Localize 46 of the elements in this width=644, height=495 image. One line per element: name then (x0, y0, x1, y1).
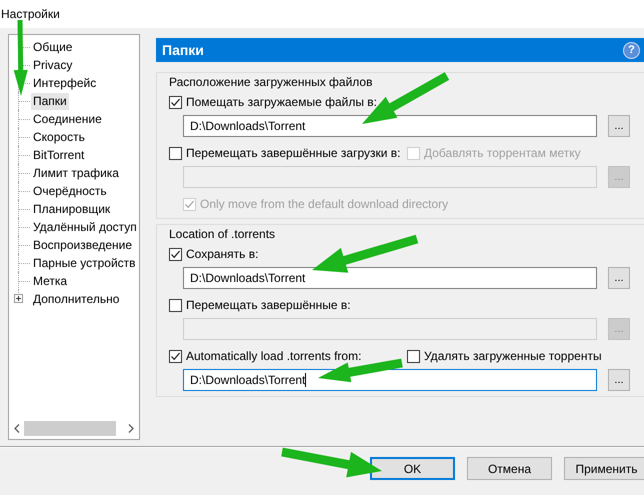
checkbox-label: Перемещать завершённые в: (186, 298, 351, 312)
sidebar-item[interactable]: Метка (31, 272, 70, 290)
checkbox-label: Удалять загруженные торренты (424, 349, 602, 363)
checkbox-label: Automatically load .torrents from: (186, 349, 362, 363)
path-field[interactable]: D:\Downloads\Torrent (183, 369, 597, 391)
sidebar-item[interactable]: Общие (31, 38, 74, 56)
checkbox[interactable] (169, 350, 182, 362)
browse-button[interactable]: ... (608, 115, 630, 137)
checkbox[interactable] (169, 298, 182, 312)
scroll-right-icon[interactable] (128, 424, 134, 433)
dialog-button[interactable]: Отмена (467, 457, 552, 480)
group-label: Location of .torrents (169, 226, 276, 243)
sidebar-item[interactable]: Дополнительно (31, 290, 122, 308)
panel-title: Папки (162, 42, 204, 58)
checkbox-label: Помещать загружаемые файлы в: (186, 95, 377, 109)
dialog-button[interactable]: Применить (564, 457, 644, 480)
sidebar-item[interactable]: Удалённый доступ (31, 218, 139, 236)
scrollbar-thumb[interactable] (24, 421, 116, 436)
sidebar-item[interactable]: Privacy (31, 56, 74, 74)
path-field[interactable]: D:\Downloads\Torrent (183, 115, 597, 137)
sidebar-item[interactable]: Очерёдность (31, 182, 109, 200)
checkbox[interactable] (169, 96, 182, 108)
checkbox-label: Перемещать завершённые загрузки в: (186, 146, 400, 160)
sidebar-item[interactable]: Парные устройств (31, 254, 138, 272)
window-title: Настройки (0, 7, 60, 21)
scroll-left-icon[interactable] (14, 424, 20, 433)
checkbox[interactable] (169, 146, 182, 160)
checkbox[interactable] (169, 248, 182, 260)
sidebar-item[interactable]: Папки (31, 92, 69, 110)
browse-button[interactable]: ... (608, 369, 630, 391)
sidebar-item[interactable]: Интерфейс (31, 74, 98, 92)
sidebar-item[interactable]: Соединение (31, 110, 104, 128)
group-label: Расположение загруженных файлов (169, 74, 374, 91)
sidebar-item[interactable]: BitTorrent (31, 146, 86, 164)
sidebar-item[interactable]: Планировщик (31, 200, 112, 218)
sidebar-item[interactable]: Воспроизведение (31, 236, 134, 254)
expand-icon[interactable] (14, 294, 23, 303)
checkbox-label: Добавлять торрентам метку (424, 146, 581, 160)
browse-button[interactable]: ... (608, 267, 630, 289)
sidebar-item[interactable]: Скорость (31, 128, 87, 146)
checkbox-label: Only move from the default download directory (200, 197, 448, 211)
sidebar-item[interactable]: Лимит трафика (31, 164, 121, 182)
checkbox-label: Сохранять в: (186, 247, 258, 261)
checkbox[interactable] (407, 350, 420, 362)
dialog-button[interactable]: OK (370, 457, 455, 480)
path-field[interactable]: D:\Downloads\Torrent (183, 267, 597, 289)
